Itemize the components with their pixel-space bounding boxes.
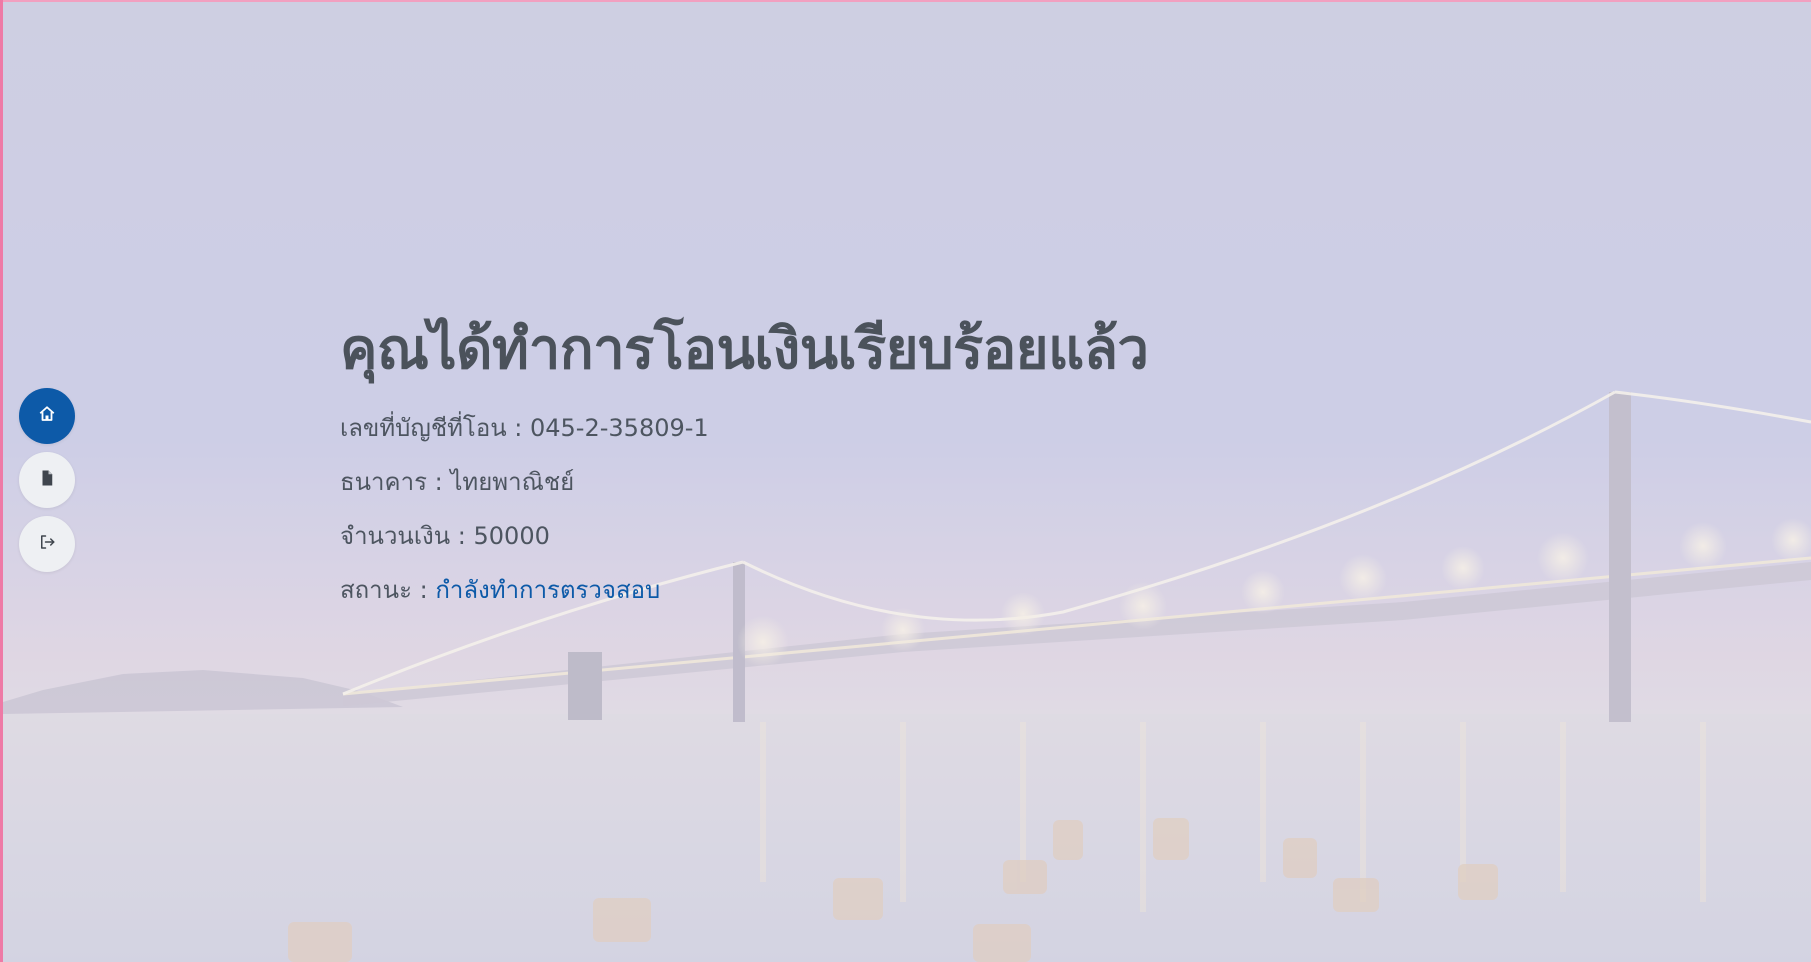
status-row: สถานะ : กำลังทำการตรวจสอบ bbox=[340, 574, 1440, 606]
bank-value: ไทยพาณิชย์ bbox=[450, 468, 575, 496]
amount-value: 50000 bbox=[473, 522, 550, 550]
logout-icon bbox=[38, 533, 56, 555]
bank-label: ธนาคาร : bbox=[340, 468, 443, 496]
nav-logout-button[interactable] bbox=[19, 516, 75, 572]
status-value: กำลังทำการตรวจสอบ bbox=[435, 576, 661, 604]
account-value: 045-2-35809-1 bbox=[530, 414, 709, 442]
status-label: สถานะ : bbox=[340, 576, 428, 604]
home-icon bbox=[38, 405, 56, 427]
amount-row: จำนวนเงิน : 50000 bbox=[340, 520, 1440, 552]
bank-row: ธนาคาร : ไทยพาณิชย์ bbox=[340, 466, 1440, 498]
amount-label: จำนวนเงิน : bbox=[340, 522, 466, 550]
account-label: เลขที่บัญชีที่โอน : bbox=[340, 414, 523, 442]
page-title: คุณได้ทำการโอนเงินเรียบร้อยแล้ว bbox=[340, 317, 1149, 382]
nav-home-button[interactable] bbox=[19, 388, 75, 444]
account-row: เลขที่บัญชีที่โอน : 045-2-35809-1 bbox=[340, 412, 1440, 444]
side-nav bbox=[19, 388, 75, 580]
transfer-result: คุณได้ทำการโอนเงินเรียบร้อยแล้ว เลขที่บั… bbox=[340, 310, 1440, 628]
document-icon bbox=[38, 469, 56, 491]
nav-document-button[interactable] bbox=[19, 452, 75, 508]
